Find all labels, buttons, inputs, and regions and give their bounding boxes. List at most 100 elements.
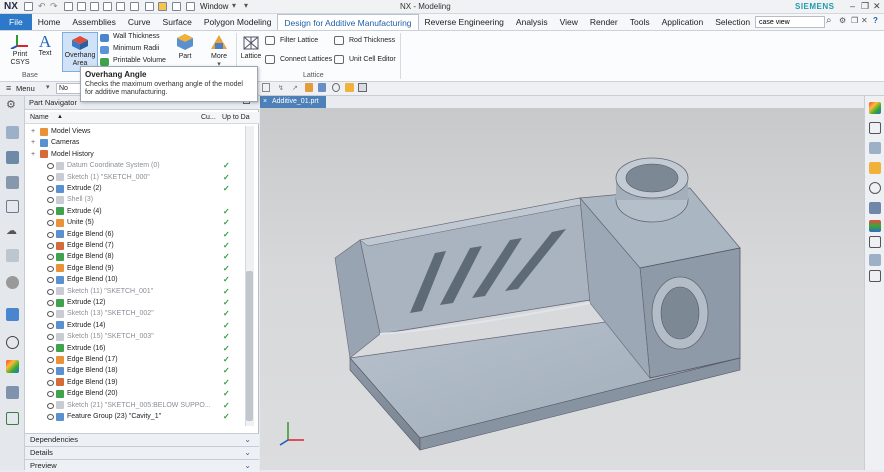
lattice-button[interactable]: Lattice xyxy=(238,33,264,61)
navigator-row[interactable]: Edge Blend (10) ✓ xyxy=(25,274,247,285)
highlight-icon[interactable] xyxy=(345,83,354,92)
sphere-icon[interactable] xyxy=(332,83,340,92)
shade-icon[interactable] xyxy=(318,83,326,92)
navigator-row[interactable]: Extrude (4) ✓ xyxy=(25,206,247,217)
eye-icon[interactable] xyxy=(47,254,54,261)
navigator-row[interactable]: Edge Blend (7) ✓ xyxy=(25,240,247,251)
navigator-row[interactable]: Edge Blend (18) ✓ xyxy=(25,365,247,376)
settings-icon[interactable]: ⚙ xyxy=(839,16,846,25)
tab-view[interactable]: View xyxy=(554,14,584,30)
navigator-row[interactable]: Sketch (21) "SKETCH_005:BELOW SUPPO... ✓ xyxy=(25,400,247,411)
eye-icon[interactable] xyxy=(47,357,54,363)
switch-window-icon[interactable] xyxy=(186,2,195,11)
folder-icon[interactable] xyxy=(158,2,167,11)
search-icon[interactable]: ⌕ xyxy=(826,15,832,26)
expand-icon[interactable]: + xyxy=(31,137,35,148)
view-icon[interactable] xyxy=(869,122,881,134)
column-up-to-date[interactable]: Up to Da xyxy=(222,112,250,123)
navigator-row[interactable]: Shell (3) xyxy=(25,194,247,205)
customize-qat-icon[interactable]: ▾ xyxy=(244,1,248,10)
color-icon[interactable] xyxy=(305,83,313,92)
navigator-row[interactable]: Sketch (1) "SKETCH_000" ✓ xyxy=(25,172,247,183)
restore-icon[interactable]: ❐ xyxy=(861,1,869,12)
navigator-row[interactable]: Feature Group (23) "Cavity_1" ✓ xyxy=(25,411,247,422)
more-button[interactable]: More ▾ xyxy=(206,33,232,69)
navigator-row[interactable]: + Model History xyxy=(25,149,247,160)
graphics-window[interactable] xyxy=(260,108,864,470)
point-icon[interactable]: ↯ xyxy=(278,84,284,92)
eye-icon[interactable] xyxy=(47,186,54,192)
chevron-down-icon[interactable]: ▾ xyxy=(232,1,236,10)
navigator-row[interactable]: + Cameras xyxy=(25,137,247,148)
redo-icon[interactable]: ↷ xyxy=(50,1,58,12)
assembly-navigator-icon[interactable] xyxy=(6,126,19,139)
navigator-row[interactable]: + Model Views xyxy=(25,126,247,137)
command-finder-input[interactable] xyxy=(755,16,825,28)
part-model[interactable] xyxy=(260,108,864,470)
eye-icon[interactable] xyxy=(47,368,54,375)
eye-icon[interactable] xyxy=(47,414,54,420)
expand-icon[interactable]: + xyxy=(31,126,35,137)
hd3d-tools-icon[interactable] xyxy=(6,412,19,425)
tab-surface[interactable]: Surface xyxy=(157,14,198,30)
gear-icon[interactable]: ⚙ xyxy=(6,98,19,111)
eye-icon[interactable] xyxy=(47,379,54,386)
tab-reverse-engineering[interactable]: Reverse Engineering xyxy=(419,14,510,30)
eye-icon[interactable] xyxy=(47,334,54,341)
process-studio-icon[interactable] xyxy=(6,276,19,289)
reuse-library-icon[interactable] xyxy=(6,200,19,213)
tab-application[interactable]: Application xyxy=(656,14,710,30)
eye-icon[interactable] xyxy=(47,220,54,227)
minimize-icon[interactable]: – xyxy=(850,1,855,11)
eye-icon[interactable] xyxy=(47,288,54,295)
repeat-icon[interactable] xyxy=(103,2,112,11)
eye-icon[interactable] xyxy=(47,391,54,398)
navigator-row[interactable]: Extrude (12) ✓ xyxy=(25,297,247,308)
render-style-icon[interactable] xyxy=(869,162,881,174)
eye-icon[interactable] xyxy=(47,243,54,249)
constraint-navigator-icon[interactable] xyxy=(6,151,19,164)
navigator-row[interactable]: Datum Coordinate System (0) ✓ xyxy=(25,160,247,171)
navigator-row[interactable]: Edge Blend (8) ✓ xyxy=(25,251,247,262)
tab-tools[interactable]: Tools xyxy=(624,14,656,30)
roles-icon[interactable] xyxy=(6,308,19,321)
panel-dependencies[interactable]: Dependencies ⌄ xyxy=(25,433,259,446)
tab-selection[interactable]: Selection xyxy=(709,14,756,30)
tab-analysis[interactable]: Analysis xyxy=(510,14,554,30)
palette-icon[interactable] xyxy=(6,360,19,373)
column-name[interactable]: Name xyxy=(30,112,49,123)
part-navigator-icon[interactable] xyxy=(6,176,19,189)
cylinder-icon[interactable] xyxy=(869,182,881,194)
navigator-row[interactable]: Edge Blend (9) ✓ xyxy=(25,263,247,274)
part-button[interactable]: Part xyxy=(172,33,198,61)
eye-icon[interactable] xyxy=(47,163,54,170)
tab-render[interactable]: Render xyxy=(584,14,624,30)
navigator-row[interactable]: Extrude (2) ✓ xyxy=(25,183,247,194)
layer-icon[interactable] xyxy=(869,202,881,214)
panel-preview[interactable]: Preview ⌄ xyxy=(25,459,259,472)
text-button[interactable]: A Text xyxy=(34,33,56,58)
eye-icon[interactable] xyxy=(47,311,54,318)
history-palette-icon[interactable] xyxy=(6,249,19,262)
copy-icon[interactable] xyxy=(77,2,86,11)
eye-icon[interactable] xyxy=(47,402,54,409)
window-split-icon[interactable] xyxy=(172,2,181,11)
document-icon[interactable] xyxy=(869,236,881,248)
navigator-row[interactable]: Unite (5) ✓ xyxy=(25,217,247,228)
touch-mode-icon[interactable] xyxy=(116,2,125,11)
eye-icon[interactable] xyxy=(47,277,54,284)
close-ribbon-icon[interactable]: ✕ xyxy=(861,16,868,25)
navigator-row[interactable]: Sketch (15) "SKETCH_003" ✓ xyxy=(25,331,247,342)
paste-icon[interactable] xyxy=(90,2,99,11)
navigator-row[interactable]: Extrude (16) ✓ xyxy=(25,343,247,354)
system-materials-icon[interactable] xyxy=(6,386,19,399)
column-current[interactable]: Cu... xyxy=(201,112,216,123)
print-csys-button[interactable]: Print CSYS xyxy=(6,33,34,67)
save-icon[interactable] xyxy=(24,2,33,11)
eye-icon[interactable] xyxy=(47,208,54,215)
document-tab[interactable]: × Additive_01.prt xyxy=(260,96,326,108)
history-icon[interactable] xyxy=(130,2,139,11)
eye-icon[interactable] xyxy=(47,231,54,238)
navigator-row[interactable]: Extrude (14) ✓ xyxy=(25,320,247,331)
eye-icon[interactable] xyxy=(47,300,54,306)
